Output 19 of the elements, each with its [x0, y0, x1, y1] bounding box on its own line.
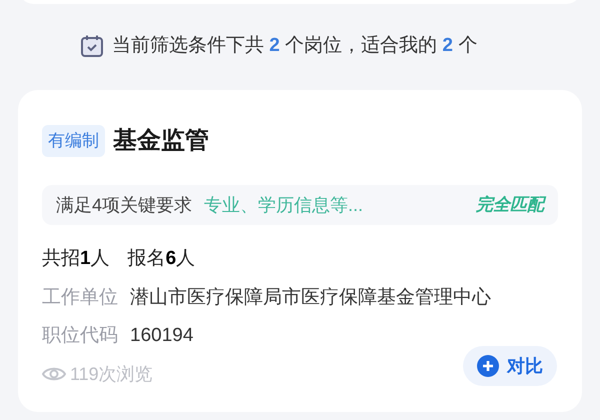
field-value: 潜山市医疗保障局市医疗保障基金管理中心	[130, 286, 491, 310]
field-label: 职位代码	[42, 324, 118, 348]
field-label: 工作单位	[42, 286, 118, 310]
calendar-check-icon	[80, 34, 104, 58]
compare-button[interactable]: 对比	[463, 346, 557, 386]
tag: 有编制	[42, 125, 105, 157]
job-card[interactable]: 有编制 基金监管 满足4项关键要求 专业、学历信息等... 完全匹配 共招1人 报名6人 工作单位 潜山市医疗保障局市医疗保障基金管理中心 职位代码 160194 119次浏览 对比	[18, 90, 582, 412]
view-count: 119次浏览	[70, 362, 153, 386]
eye-icon	[42, 366, 66, 382]
stat-text: 共招1人	[42, 247, 110, 271]
stat-text: 报名6人	[128, 247, 196, 271]
field-value: 160194	[130, 324, 194, 348]
match-label: 满足4项关键要求	[56, 194, 192, 216]
plus-icon	[477, 355, 499, 377]
job-title: 基金监管	[113, 126, 209, 156]
match-result: 完全匹配	[476, 192, 544, 218]
result-summary: 当前筛选条件下共 2 个岗位，适合我的 2 个	[112, 34, 478, 58]
match-detail: 专业、学历信息等...	[204, 194, 364, 216]
match-bar[interactable]: 满足4项关键要求 专业、学历信息等... 完全匹配	[42, 185, 558, 225]
